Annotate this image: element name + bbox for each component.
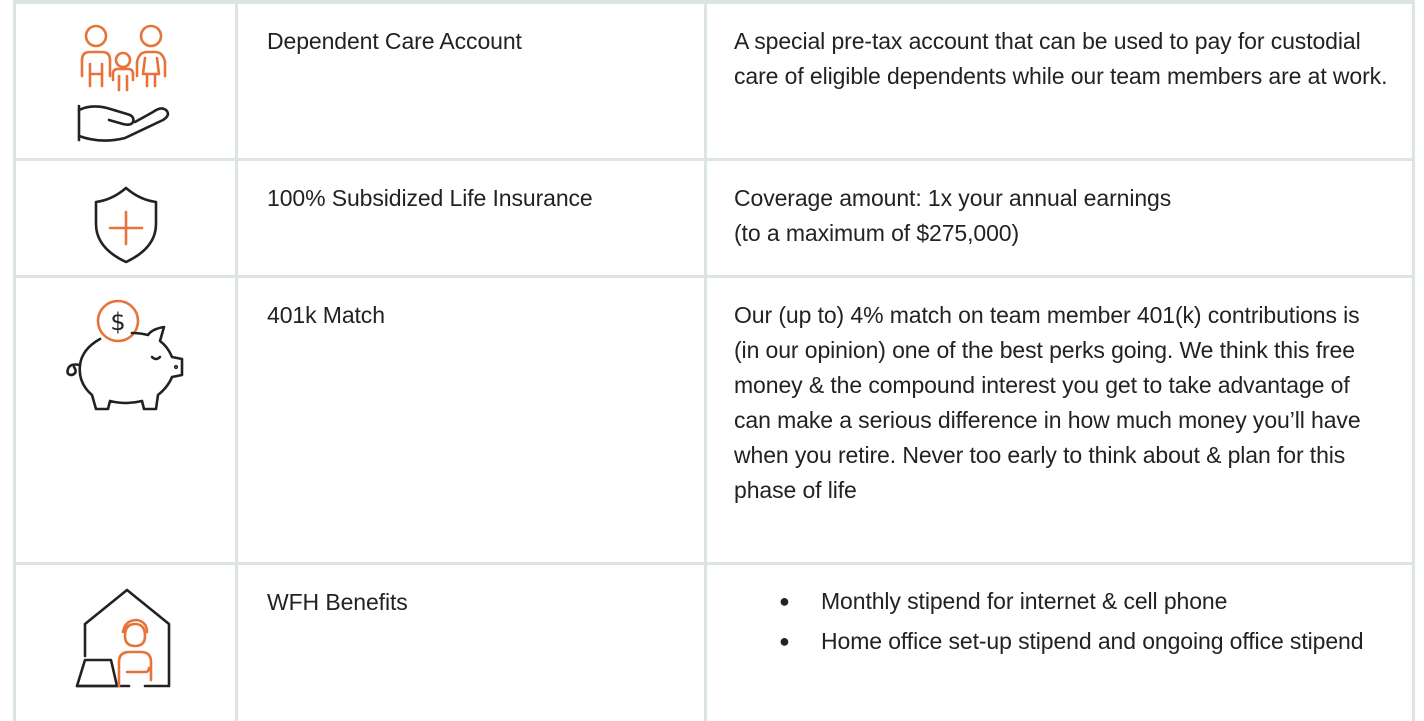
benefit-bullet-list: ● Monthly stipend for internet & cell pho… (734, 582, 1388, 660)
icon-cell (13, 0, 238, 161)
benefits-table: Dependent Care Account A special pre-tax… (13, 0, 1415, 721)
table-row-401k: $ 401k Match Our (up to) 4% match on tea… (13, 274, 1415, 565)
description-line: (to a maximum of $275,000) (734, 219, 1020, 246)
home-office-laptop-icon (75, 588, 170, 687)
table-row-dependent-care: Dependent Care Account A special pre-tax… (13, 0, 1415, 161)
benefit-name: 100% Subsidized Life Insurance (235, 157, 707, 278)
icon-cell (13, 157, 238, 278)
icon-cell: $ (13, 274, 238, 565)
table-row-wfh: WFH Benefits ● Monthly stipend for intern… (13, 561, 1415, 721)
piggy-bank-dollar-icon: $ (65, 299, 183, 410)
description-line: Coverage amount: 1x your annual earnings (734, 184, 1172, 211)
bullet-icon: ● (779, 630, 790, 651)
benefit-description: A special pre-tax account that can be us… (704, 0, 1415, 161)
icon-cell (13, 561, 238, 721)
list-item: ● Monthly stipend for internet & cell pho… (779, 582, 1388, 620)
bullet-icon: ● (779, 590, 790, 611)
benefit-name: Dependent Care Account (235, 0, 707, 161)
bullet-text: Monthly stipend for internet & cell phon… (821, 587, 1228, 614)
bullet-text: Home office set-up stipend and ongoing o… (821, 627, 1364, 654)
shield-plus-icon (94, 186, 157, 263)
table-row-life-insurance: 100% Subsidized Life Insurance Coverage … (13, 157, 1415, 278)
benefit-description: Coverage amount: 1x your annual earnings… (704, 157, 1415, 278)
svg-text:$: $ (110, 308, 125, 336)
family-care-hand-icon (77, 24, 169, 142)
benefit-description: Our (up to) 4% match on team member 401(… (704, 274, 1415, 565)
benefit-name: 401k Match (235, 274, 707, 565)
list-item: ● Home office set-up stipend and ongoing … (779, 622, 1388, 660)
benefit-description: ● Monthly stipend for internet & cell pho… (704, 561, 1415, 721)
benefit-name: WFH Benefits (235, 561, 707, 721)
